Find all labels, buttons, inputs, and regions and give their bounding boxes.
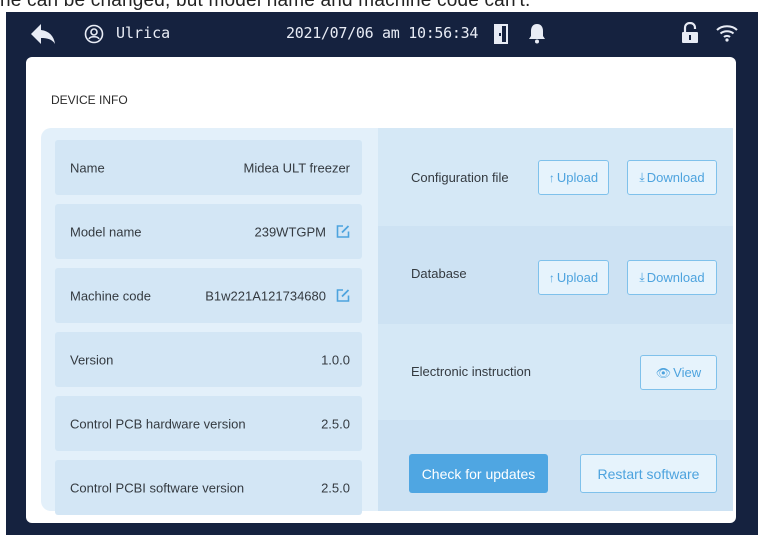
config-download-button[interactable]: ⤓ Download <box>627 160 717 195</box>
info-label: Machine code <box>70 288 151 303</box>
instruction-label: Electronic instruction <box>411 364 531 379</box>
info-label: Version <box>70 352 114 367</box>
info-label: Control PCBI software version <box>70 480 245 495</box>
config-file-section: Configuration file ↑ Upload ⤓ Download <box>378 128 733 226</box>
info-value: 2.5.0 <box>321 480 350 495</box>
info-row-version: Version 1.0.0 <box>55 332 362 387</box>
datetime: 2021/07/06 am 10:56:34 <box>286 24 479 42</box>
door-icon[interactable] <box>492 23 510 45</box>
bell-icon[interactable] <box>527 22 547 44</box>
info-row-name: Name Midea ULT freezer <box>55 140 362 195</box>
info-row-pcb-software: Control PCBI software version 2.5.0 <box>55 460 362 515</box>
device-info-list: Name Midea ULT freezer Model name 239WTG… <box>41 128 378 515</box>
upload-icon: ↑ <box>548 270 555 285</box>
lock-icon[interactable] <box>681 22 699 44</box>
user-name: Ulrica <box>116 24 171 42</box>
panel-title: DEVICE INFO <box>51 93 128 107</box>
download-icon: ⤓ <box>639 170 645 184</box>
user-circle-icon <box>84 24 104 44</box>
info-area: Name Midea ULT freezer Model name 239WTG… <box>41 128 733 515</box>
info-value: 239WTGPM <box>254 224 326 239</box>
info-row-model-name: Model name 239WTGPM <box>55 204 362 259</box>
edit-icon[interactable] <box>336 289 350 303</box>
caption-text: ne can be changed, but model name and ma… <box>0 0 531 11</box>
info-value: 2.5.0 <box>321 416 350 431</box>
restart-software-button[interactable]: Restart software <box>580 454 717 493</box>
instruction-section: Electronic instruction 👁 View <box>378 324 733 420</box>
info-value: B1w221A121734680 <box>205 288 326 303</box>
actions-column: Configuration file ↑ Upload ⤓ Download Dat… <box>378 128 733 511</box>
wifi-icon <box>716 25 738 42</box>
database-download-button[interactable]: ⤓ Download <box>627 260 717 295</box>
device-screen: Ulrica 2021/07/06 am 10:56:34 DEVICE INF… <box>6 12 758 535</box>
check-for-updates-button[interactable]: Check for updates <box>409 454 548 493</box>
instruction-view-button[interactable]: 👁 View <box>640 355 717 390</box>
status-bar: Ulrica 2021/07/06 am 10:56:34 <box>6 12 758 57</box>
info-label: Control PCB hardware version <box>70 416 246 431</box>
config-file-label: Configuration file <box>411 170 509 185</box>
upload-icon: ↑ <box>548 170 555 185</box>
database-section: Database ↑ Upload ⤓ Download <box>378 226 733 324</box>
device-info-panel: DEVICE INFO Name Midea ULT freezer Model… <box>26 57 736 523</box>
eye-icon: 👁 <box>655 365 672 380</box>
info-label: Model name <box>70 224 142 239</box>
database-label: Database <box>411 266 467 281</box>
database-upload-button[interactable]: ↑ Upload <box>538 260 609 295</box>
back-arrow-icon[interactable] <box>30 23 56 45</box>
info-row-pcb-hardware: Control PCB hardware version 2.5.0 <box>55 396 362 451</box>
info-value: Midea ULT freezer <box>243 160 350 175</box>
download-icon: ⤓ <box>639 270 645 284</box>
edit-icon[interactable] <box>336 225 350 239</box>
config-upload-button[interactable]: ↑ Upload <box>538 160 609 195</box>
info-label: Name <box>70 160 105 175</box>
info-value: 1.0.0 <box>321 352 350 367</box>
info-row-machine-code: Machine code B1w221A121734680 <box>55 268 362 323</box>
caption-strip: ne can be changed, but model name and ma… <box>0 0 762 12</box>
